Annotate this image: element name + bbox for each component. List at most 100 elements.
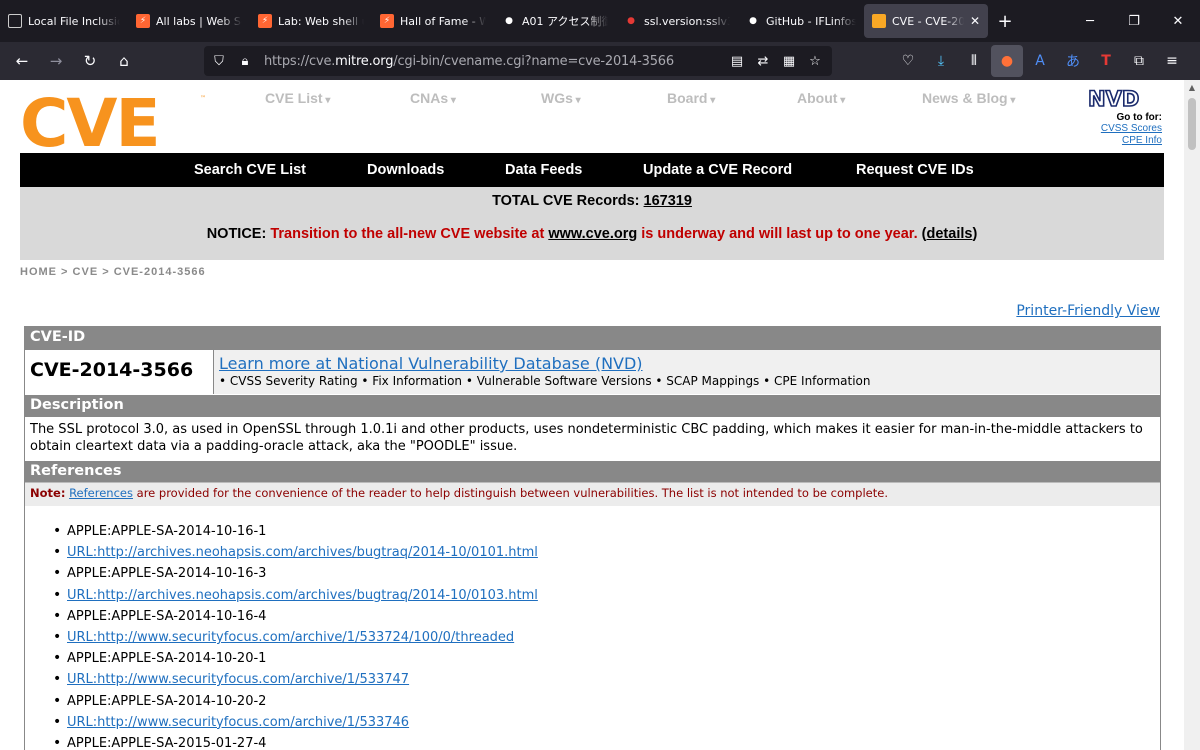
pocket-icon[interactable]: ♡	[892, 45, 924, 77]
scroll-up-icon[interactable]: ▲	[1184, 83, 1200, 92]
new-tab-button[interactable]: +	[988, 0, 1022, 42]
references-note: Note: References are provided for the co…	[25, 482, 1160, 506]
topnav-news-blog[interactable]: News & Blog ▾	[922, 90, 1015, 106]
nvd-link[interactable]: Learn more at National Vulnerability Dat…	[219, 354, 1160, 373]
reference-link[interactable]: URL:http://www.securityfocus.com/archive…	[67, 715, 409, 730]
nvd-logo[interactable]: NVD	[1088, 88, 1162, 108]
chevron-down-icon: ▾	[707, 95, 716, 106]
menu-downloads[interactable]: Downloads	[367, 162, 444, 178]
tab[interactable]: ⚡ All labs | Web Se	[128, 0, 250, 42]
total-count-link[interactable]: 167319	[644, 193, 692, 209]
tab-title: ssl.version:sslv3 -	[644, 14, 730, 28]
tab-strip: ▢ Local File Inclusion (L ⚡ All labs | Web …	[0, 0, 1200, 42]
description-text: The SSL protocol 3.0, as used in OpenSSL…	[25, 416, 1160, 460]
url-text[interactable]: https://cve.mitre.org/cgi-bin/cvename.cg…	[264, 54, 674, 69]
tab[interactable]: CVE - CVE-201 ✕	[864, 4, 988, 38]
topnav-cnas[interactable]: CNAs ▾	[410, 90, 456, 106]
reference-item: APPLE:APPLE-SA-2014-10-16-1	[53, 523, 1160, 545]
reload-icon[interactable]: ↻	[74, 45, 106, 77]
chevron-down-icon: ▾	[448, 95, 456, 106]
owasp-icon: ●	[505, 16, 513, 26]
page-scrollbar[interactable]: ▲	[1184, 80, 1200, 750]
tab[interactable]: ● ssl.version:sslv3 -	[616, 0, 738, 42]
text-extension-icon[interactable]: T	[1090, 45, 1122, 77]
topnav-board[interactable]: Board ▾	[667, 90, 715, 106]
tab[interactable]: ⚡ Hall of Fame - W	[372, 0, 494, 42]
close-tab-icon[interactable]: ✕	[970, 14, 980, 28]
menu-request-cve-ids[interactable]: Request CVE IDs	[856, 162, 974, 178]
shodan-icon: ●	[627, 16, 635, 26]
reference-link[interactable]: URL:http://www.securityfocus.com/archive…	[67, 630, 514, 645]
reference-link[interactable]: URL:http://www.securityfocus.com/archive…	[67, 672, 409, 687]
tab[interactable]: ▢ Local File Inclusion (L	[0, 0, 128, 42]
menu-search-cve-list[interactable]: Search CVE List	[194, 162, 306, 178]
references-header: References	[25, 460, 1160, 482]
chevron-down-icon: ▾	[572, 95, 581, 106]
breadcrumb: HOME > CVE > CVE-2014-3566	[20, 266, 206, 278]
tab-title: All labs | Web Se	[156, 14, 242, 28]
translate-extension-icon[interactable]: A	[1024, 45, 1056, 77]
total-records: TOTAL CVE Records: 167319	[492, 193, 692, 209]
cve-id-header: CVE-ID	[25, 327, 1160, 349]
menu-icon[interactable]: ≡	[1156, 45, 1188, 77]
topnav-about[interactable]: About ▾	[797, 90, 845, 106]
topnav-wgs[interactable]: WGs ▾	[541, 90, 581, 106]
window-controls: ─ ❐ ✕	[1068, 0, 1200, 42]
home-icon[interactable]: ⌂	[108, 45, 140, 77]
reference-item: URL:http://archives.neohapsis.com/archiv…	[53, 544, 1160, 566]
menu-data-feeds[interactable]: Data Feeds	[505, 162, 582, 178]
cve-org-link[interactable]: www.cve.org	[548, 226, 637, 242]
bookmark-star-icon[interactable]: ☆	[804, 54, 826, 69]
portswigger-icon: ⚡	[380, 14, 394, 28]
close-window-icon[interactable]: ✕	[1156, 0, 1200, 42]
library-icon[interactable]: ⫴	[958, 45, 990, 77]
references-list: APPLE:APPLE-SA-2014-10-16-1URL:http://ar…	[25, 506, 1160, 750]
cve-logo[interactable]: CVE ™	[20, 92, 210, 150]
cve-icon	[872, 14, 886, 28]
qr-code-icon[interactable]: ▦	[778, 54, 800, 69]
topnav-cve-list[interactable]: CVE List ▾	[265, 90, 330, 106]
reference-item: URL:http://www.securityfocus.com/archive…	[53, 629, 1160, 651]
restore-icon[interactable]: ❐	[1112, 0, 1156, 42]
menu-update-a-cve-record[interactable]: Update a CVE Record	[643, 162, 792, 178]
extension-fox-icon[interactable]: ●	[991, 45, 1023, 77]
cve-logo-text: CVE	[20, 92, 159, 150]
tab-title: Local File Inclusion (L	[28, 14, 120, 28]
cvss-scores-link[interactable]: CVSS Scores	[1080, 123, 1162, 135]
references-help-link[interactable]: References	[69, 486, 133, 500]
downloads-icon[interactable]: ⤓	[925, 45, 957, 77]
reference-item: APPLE:APPLE-SA-2014-10-20-1	[53, 650, 1160, 672]
extensions-icon[interactable]: ⧉	[1123, 45, 1155, 77]
lock-icon[interactable]: 🔒︎	[232, 54, 258, 69]
minimize-icon[interactable]: ─	[1068, 0, 1112, 42]
cve-record-table: CVE-ID CVE-2014-3566 Learn more at Natio…	[24, 326, 1161, 750]
tab[interactable]: ● A01 アクセス制御の	[494, 0, 616, 42]
chevron-down-icon: ▾	[1007, 95, 1016, 106]
scrollbar-thumb[interactable]	[1188, 98, 1196, 150]
back-icon[interactable]: ←	[6, 45, 38, 77]
cve-id-row: CVE-2014-3566 Learn more at National Vul…	[25, 349, 1160, 394]
reference-item: URL:http://www.securityfocus.com/archive…	[53, 671, 1160, 693]
page-viewport: CVE ™ CVE List ▾ CNAs ▾ WGs ▾ Board ▾ About …	[0, 80, 1184, 750]
reader-view-icon[interactable]: ▤	[726, 54, 748, 69]
translate-extension-2-icon[interactable]: あ	[1057, 45, 1089, 77]
reference-item: APPLE:APPLE-SA-2014-10-16-4	[53, 608, 1160, 630]
tab[interactable]: ● GitHub - IFLinfos	[738, 0, 864, 42]
reference-link[interactable]: URL:http://archives.neohapsis.com/archiv…	[67, 588, 538, 603]
forward-icon[interactable]: →	[40, 45, 72, 77]
reference-item: APPLE:APPLE-SA-2014-10-20-2	[53, 692, 1160, 715]
address-bar[interactable]: ⛉ 🔒︎ https://cve.mitre.org/cgi-bin/cvena…	[204, 46, 832, 76]
printer-friendly-link[interactable]: Printer-Friendly View	[1016, 303, 1160, 319]
shield-icon[interactable]: ⛉	[206, 54, 232, 69]
tab-title: CVE - CVE-201	[892, 14, 964, 28]
translate-icon[interactable]: ⇄	[752, 54, 774, 69]
details-link[interactable]: details	[927, 226, 973, 242]
reference-link[interactable]: URL:http://archives.neohapsis.com/archiv…	[67, 545, 538, 560]
chevron-down-icon: ▾	[322, 95, 331, 106]
nvd-features: • CVSS Severity Rating • Fix Information…	[219, 374, 871, 388]
tab[interactable]: ⚡ Lab: Web shell up	[250, 0, 372, 42]
navigation-toolbar: ← → ↻ ⌂ ⛉ 🔒︎ https://cve.mitre.org/cgi-b…	[0, 42, 1200, 80]
page-icon: ▢	[8, 14, 22, 28]
cpe-info-link[interactable]: CPE Info	[1080, 135, 1162, 147]
description-header: Description	[25, 394, 1160, 416]
